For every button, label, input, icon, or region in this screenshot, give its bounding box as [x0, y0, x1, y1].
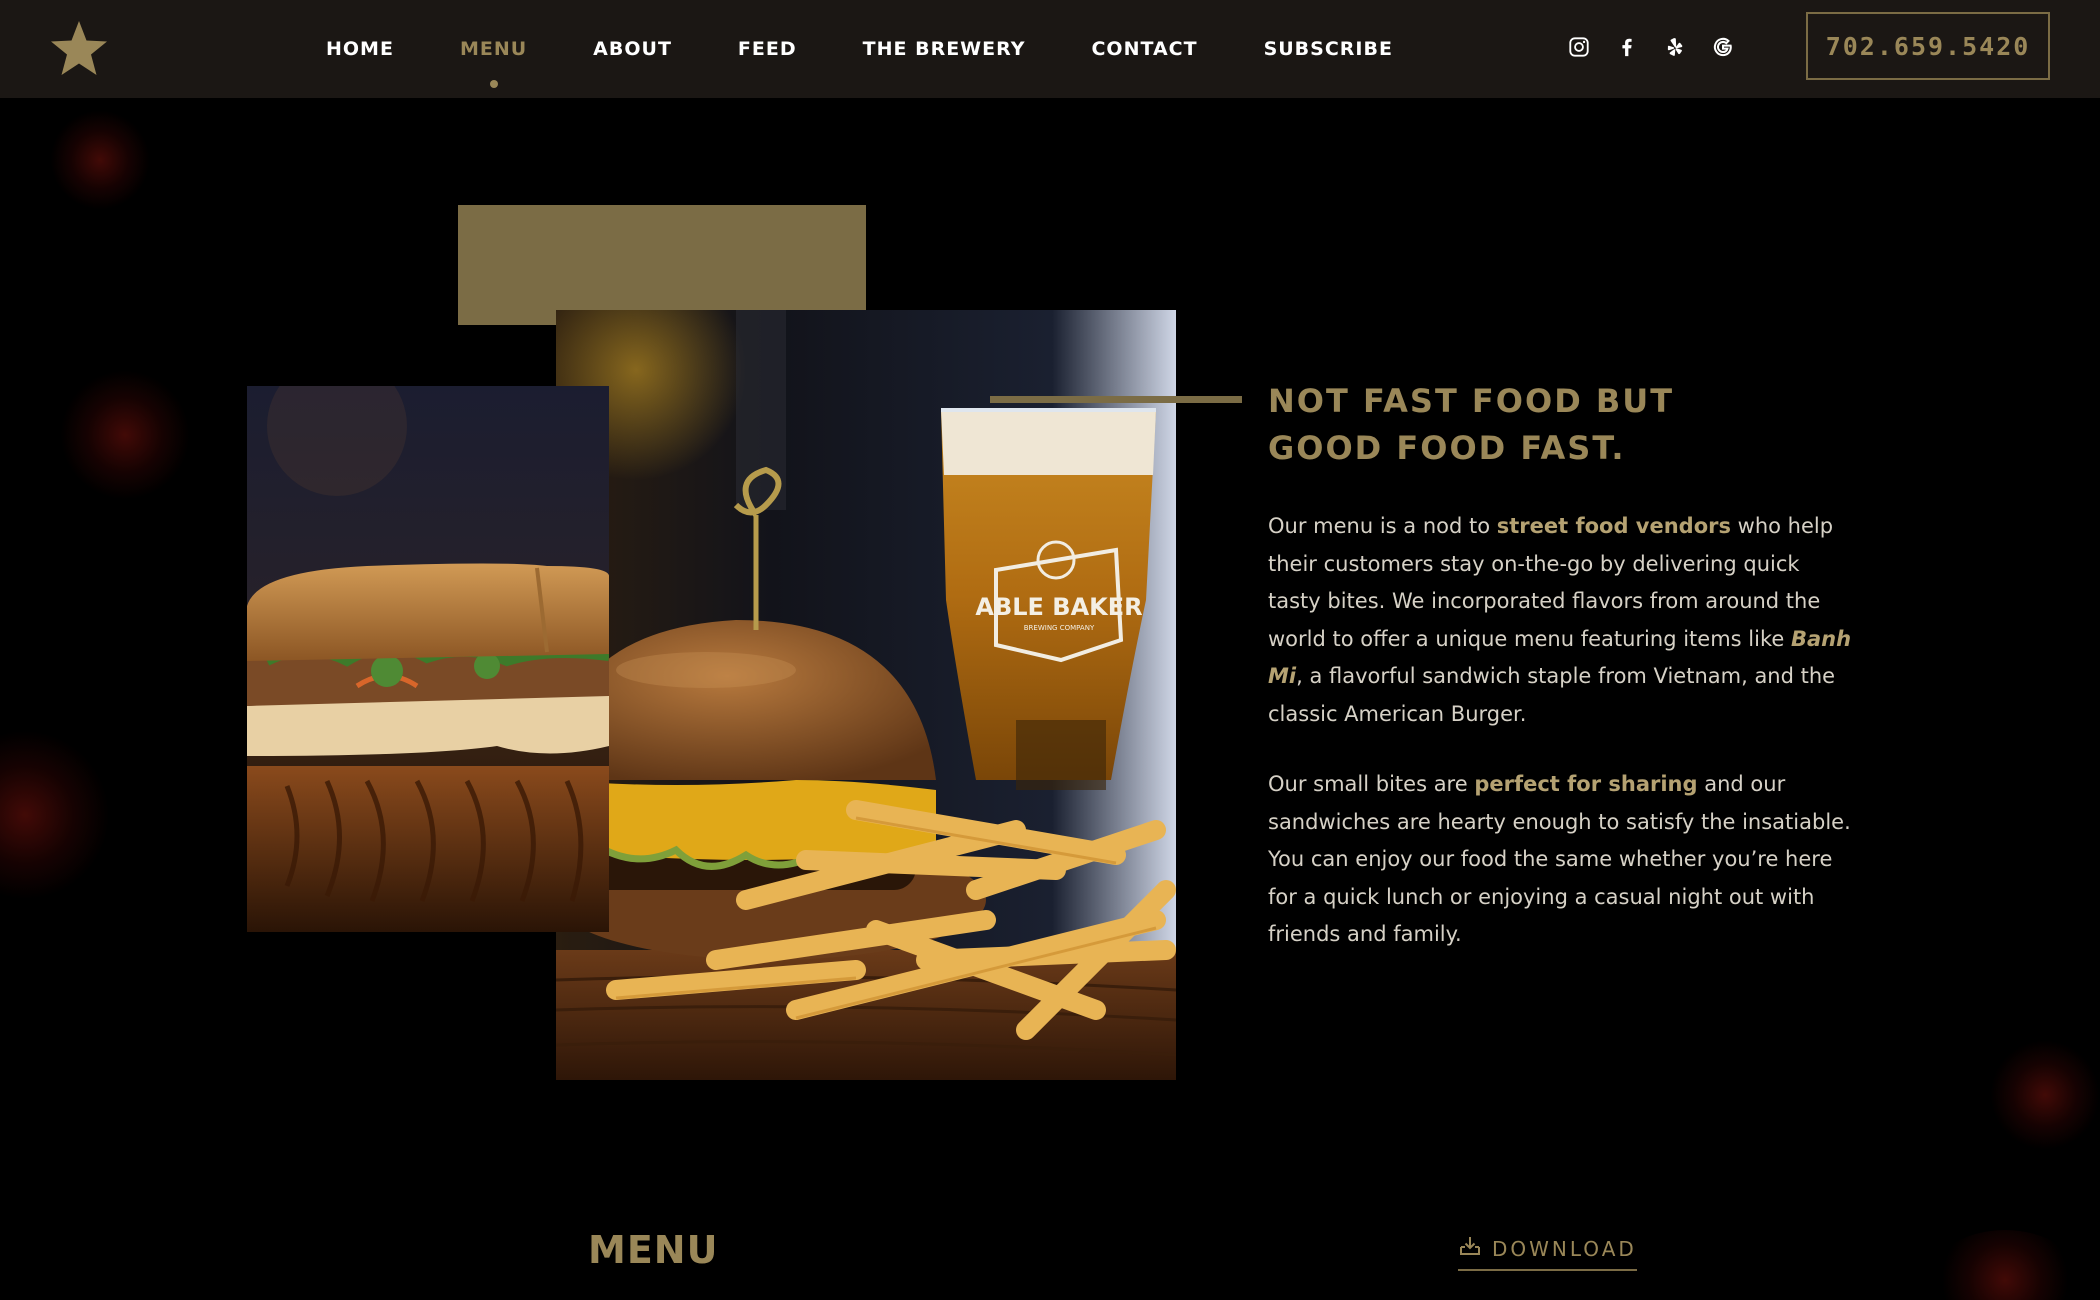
instagram-icon[interactable] — [1566, 30, 1592, 64]
intro-paragraph: Our menu is a nod to street food vendors… — [1268, 508, 1858, 733]
main-nav: HOME MENU ABOUT FEED THE BREWERY CONTACT… — [326, 0, 1393, 98]
nav-subscribe[interactable]: SUBSCRIBE — [1264, 38, 1393, 60]
glass-logo-text: ABLE BAKER — [975, 593, 1142, 621]
background-glow — [60, 370, 190, 500]
highlight-street-food-vendors: street food vendors — [1496, 514, 1731, 538]
social-links — [1566, 30, 1736, 64]
burger-fries-beer-photo: ABLE BAKER BREWING COMPANY — [556, 310, 1176, 1080]
paragraph-text: Our small bites are — [1268, 772, 1475, 796]
nav-contact[interactable]: CONTACT — [1091, 38, 1197, 60]
menu-heading: MENU — [588, 1228, 719, 1272]
page-headline: NOT FAST FOOD BUT GOOD FOOD FAST. — [1268, 378, 1728, 472]
paragraph-text: Our menu is a nod to — [1268, 514, 1497, 538]
nav-the-brewery[interactable]: THE BREWERY — [863, 38, 1026, 60]
headline-line-1: NOT FAST FOOD BUT — [1268, 382, 1675, 420]
nav-home[interactable]: HOME — [326, 38, 394, 60]
background-glow — [1930, 1230, 2080, 1300]
yelp-icon[interactable] — [1662, 30, 1688, 64]
star-logo-icon[interactable] — [48, 18, 110, 80]
download-icon — [1458, 1234, 1482, 1263]
background-glow — [0, 730, 110, 900]
nav-menu[interactable]: MENU — [460, 38, 527, 88]
download-label: DOWNLOAD — [1492, 1236, 1637, 1261]
headline-line-2: GOOD FOOD FAST. — [1268, 429, 1626, 467]
glass-logo-subtext: BREWING COMPANY — [1024, 624, 1095, 632]
nav-feed[interactable]: FEED — [738, 38, 797, 60]
google-icon[interactable] — [1710, 30, 1736, 64]
sharing-paragraph: Our small bites are perfect for sharing … — [1268, 766, 1858, 954]
facebook-icon[interactable] — [1614, 30, 1640, 64]
accent-line — [990, 396, 1242, 403]
background-glow — [1990, 1040, 2100, 1150]
phone-button[interactable]: 702.659.5420 — [1806, 12, 2050, 80]
gold-accent-block — [458, 205, 866, 325]
background-glow — [50, 110, 150, 210]
highlight-perfect-for-sharing: perfect for sharing — [1474, 772, 1698, 796]
site-header: HOME MENU ABOUT FEED THE BREWERY CONTACT… — [0, 0, 2100, 98]
download-menu-link[interactable]: DOWNLOAD — [1458, 1234, 1637, 1271]
paragraph-text: , a flavorful sandwich staple from Vietn… — [1268, 664, 1836, 726]
banh-mi-photo — [247, 386, 609, 932]
nav-about[interactable]: ABOUT — [593, 38, 672, 60]
paragraph-text: and our sandwiches are hearty enough to … — [1268, 772, 1851, 946]
